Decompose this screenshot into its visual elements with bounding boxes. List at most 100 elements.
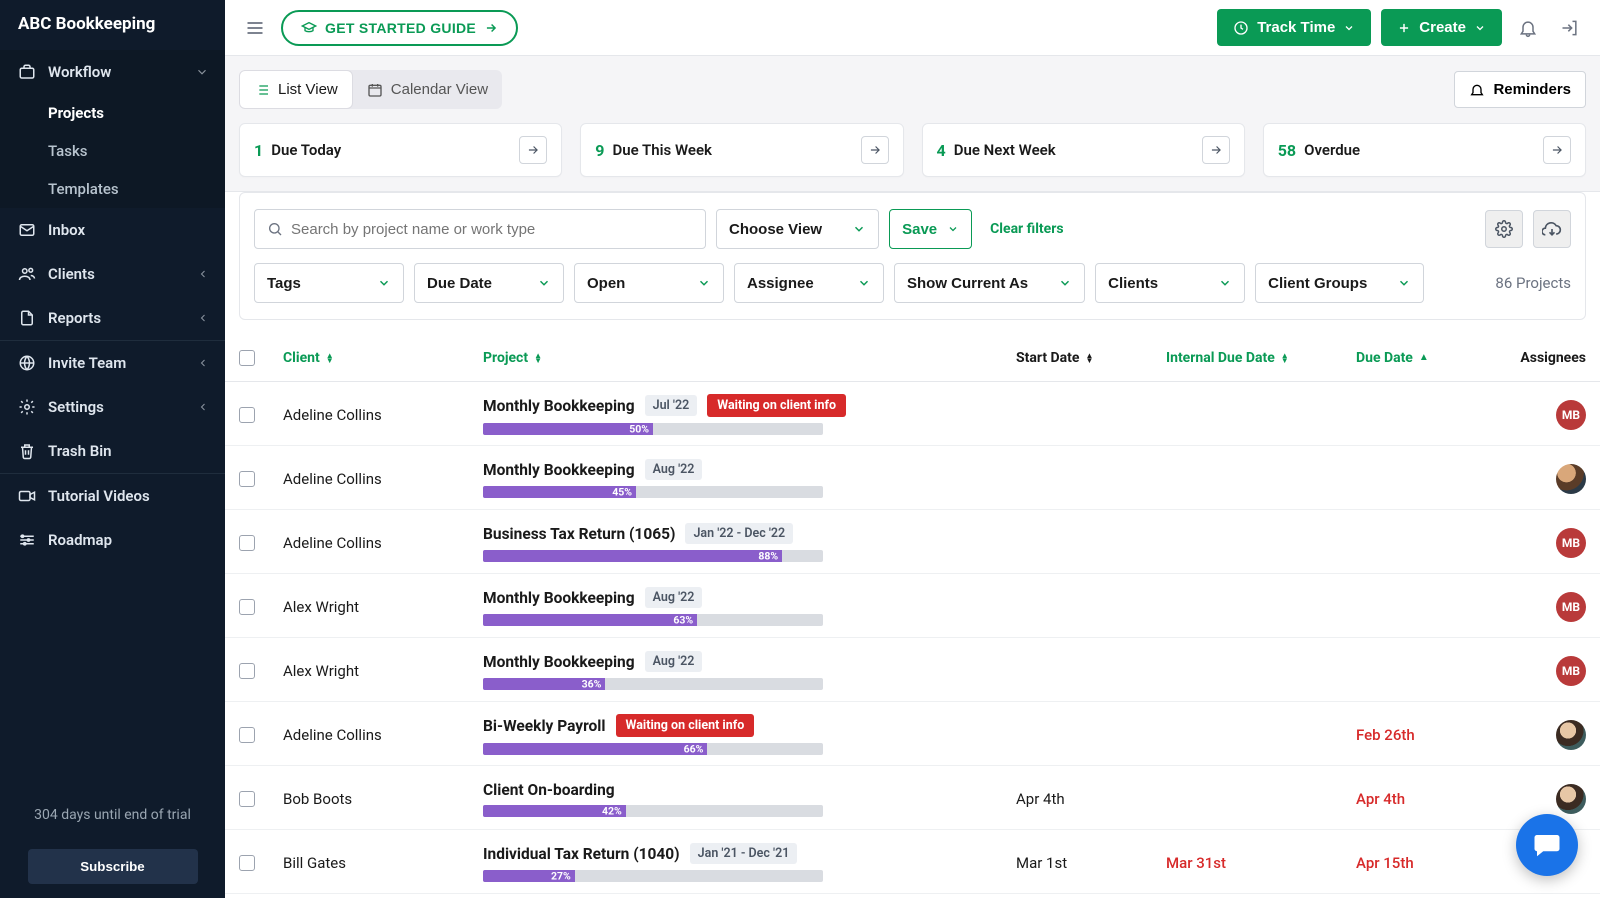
avatar[interactable]: MB [1556,528,1586,558]
table-row[interactable]: Adeline CollinsMonthly BookkeepingJul '2… [225,382,1600,446]
filter-show-current-as[interactable]: Show Current As [894,263,1085,303]
video-icon [18,487,36,505]
row-checkbox[interactable] [239,599,255,615]
chat-fab[interactable] [1516,814,1578,876]
sidebar-item-tutorial-videos[interactable]: Tutorial Videos [0,474,225,518]
col-project[interactable]: Project▲▼ [483,350,1016,366]
due-date-cell: Apr 4th [1356,790,1506,808]
client-cell: Adeline Collins [283,470,483,488]
table-row[interactable]: Alex WrightMonthly BookkeepingAug '2236%… [225,638,1600,702]
progress-label: 27% [551,870,571,882]
bell-icon [1518,18,1538,38]
save-view-button[interactable]: Save [889,209,972,249]
filter-tags[interactable]: Tags [254,263,404,303]
sidebar-item-inbox[interactable]: Inbox [0,208,225,252]
sidebar-item-reports[interactable]: Reports [0,296,225,340]
avatar[interactable]: MB [1556,400,1586,430]
sidebar-subitem-tasks[interactable]: Tasks [0,132,225,170]
mail-icon [18,221,36,239]
chevron-down-icon [857,276,871,290]
filter-assignee[interactable]: Assignee [734,263,884,303]
sidebar-item-label: Tutorial Videos [48,487,150,505]
filter-client-groups[interactable]: Client Groups [1255,263,1424,303]
calendar-view-label: Calendar View [391,81,488,98]
filter-due-date[interactable]: Due Date [414,263,564,303]
stat-count: 4 [937,141,946,160]
select-all-checkbox[interactable] [239,350,255,366]
arrow-right-button[interactable] [1543,136,1571,164]
globe-icon [18,354,36,372]
col-due[interactable]: Due Date▲ [1356,350,1506,366]
progress-bar: 88% [483,550,823,562]
filter-clients[interactable]: Clients [1095,263,1245,303]
table-row[interactable]: Bill GatesIndividual Tax Return (1040)Ja… [225,830,1600,894]
avatar[interactable] [1556,784,1586,814]
notifications-button[interactable] [1512,12,1544,44]
calendar-view-button[interactable]: Calendar View [353,70,502,109]
arrow-right-button[interactable] [1202,136,1230,164]
progress-bar: 42% [483,805,823,817]
col-client[interactable]: Client▲▼ [283,350,483,366]
sidebar-subitem-templates[interactable]: Templates [0,170,225,208]
table-row[interactable]: Bob BootsClient On-boarding42%Apr 4thApr… [225,766,1600,830]
sidebar-item-invite-team[interactable]: Invite Team [0,341,225,385]
chevron-down-icon [1218,276,1232,290]
stat-card-due-next-week[interactable]: 4Due Next Week [922,123,1245,177]
get-started-button[interactable]: GET STARTED GUIDE [281,10,518,46]
view-toggle: List View Calendar View [239,70,502,109]
row-checkbox[interactable] [239,535,255,551]
sidebar-item-trash-bin[interactable]: Trash Bin [0,429,225,473]
search-box[interactable] [254,209,706,249]
chevron-left-icon [197,401,209,413]
avatar[interactable]: MB [1556,656,1586,686]
choose-view-dropdown[interactable]: Choose View [716,209,879,249]
track-time-button[interactable]: Track Time [1217,9,1371,46]
row-checkbox[interactable] [239,855,255,871]
logout-button[interactable] [1554,12,1586,44]
create-button[interactable]: Create [1381,9,1502,46]
row-checkbox[interactable] [239,407,255,423]
sidebar-item-roadmap[interactable]: Roadmap [0,518,225,562]
search-input[interactable] [283,213,693,246]
sidebar-item-clients[interactable]: Clients [0,252,225,296]
table-row[interactable]: Adeline CollinsBi-Weekly PayrollWaiting … [225,702,1600,766]
arrow-right-button[interactable] [861,136,889,164]
sidebar-item-label: Inbox [48,221,85,239]
table-row[interactable]: Alex WrightMonthly BookkeepingAug '2263%… [225,574,1600,638]
menu-icon[interactable] [239,12,271,44]
sidebar-item-workflow[interactable]: Workflow [0,50,225,94]
row-checkbox[interactable] [239,663,255,679]
col-internal-due[interactable]: Internal Due Date▲▼ [1166,350,1356,366]
subscribe-button[interactable]: Subscribe [28,849,198,884]
settings-filter-button[interactable] [1485,210,1523,248]
download-cloud-button[interactable] [1533,210,1571,248]
period-tag: Jul '22 [645,395,698,416]
sidebar-item-label: Reports [48,309,101,327]
clear-filters-link[interactable]: Clear filters [982,221,1071,237]
stat-card-due-today[interactable]: 1Due Today [239,123,562,177]
project-title: Business Tax Return (1065) [483,525,675,543]
table-row[interactable]: Adeline CollinsBusiness Tax Return (1065… [225,510,1600,574]
sort-asc-icon: ▲ [1419,352,1429,363]
chevron-down-icon [195,65,209,79]
gear-icon [1495,220,1513,238]
sidebar-item-settings[interactable]: Settings [0,385,225,429]
avatar[interactable] [1556,464,1586,494]
table-row[interactable]: Adeline CollinsMonthly BookkeepingAug '2… [225,446,1600,510]
stat-card-due-this-week[interactable]: 9Due This Week [580,123,903,177]
col-start[interactable]: Start Date▲▼ [1016,350,1166,366]
row-checkbox[interactable] [239,471,255,487]
row-checkbox[interactable] [239,791,255,807]
progress-bar: 63% [483,614,823,626]
list-view-button[interactable]: List View [239,70,353,109]
reminders-button[interactable]: Reminders [1454,71,1586,108]
project-cell: Monthly BookkeepingAug '2236% [483,651,1016,690]
sidebar-subitem-projects[interactable]: Projects [0,94,225,132]
stat-card-overdue[interactable]: 58Overdue [1263,123,1586,177]
arrow-right-button[interactable] [519,136,547,164]
avatar[interactable] [1556,720,1586,750]
filter-open[interactable]: Open [574,263,724,303]
avatar[interactable]: MB [1556,592,1586,622]
project-cell: Business Tax Return (1065)Jan '22 - Dec … [483,523,1016,562]
row-checkbox[interactable] [239,727,255,743]
